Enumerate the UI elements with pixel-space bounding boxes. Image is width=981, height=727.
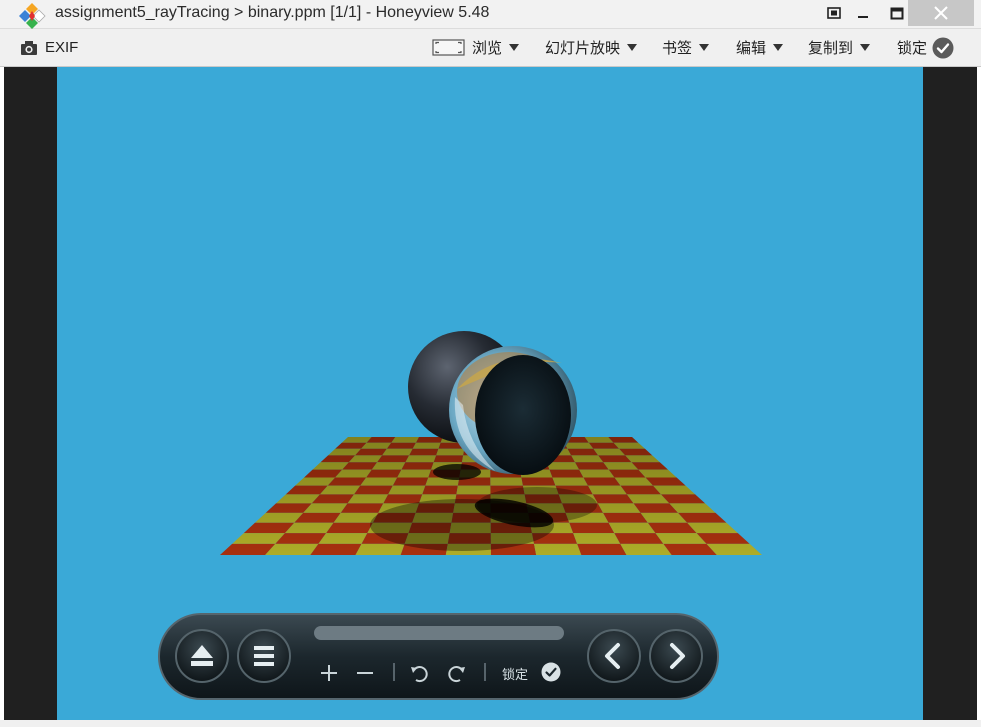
- chevron-down-icon: [509, 44, 520, 51]
- osd-control-bar: 锁定: [157, 612, 720, 701]
- previous-button[interactable]: [588, 630, 640, 682]
- lock-toggle[interactable]: 锁定: [897, 29, 954, 66]
- menu-button[interactable]: [238, 630, 290, 682]
- rotate-right-button[interactable]: [445, 661, 469, 685]
- zoom-out-button[interactable]: [353, 661, 377, 685]
- camera-icon: [21, 40, 37, 55]
- close-button[interactable]: [908, 0, 974, 26]
- lock-check-icon: [541, 662, 561, 682]
- toolbar: EXIF 浏览 幻灯片放映 书签 编辑 复制到 锁定: [0, 29, 981, 67]
- exif-button[interactable]: EXIF: [20, 29, 78, 66]
- chevron-down-icon: [860, 44, 871, 51]
- zoom-out-icon: [357, 672, 373, 674]
- copy-to-menu[interactable]: 复制到: [808, 29, 871, 66]
- chevron-down-icon: [773, 44, 784, 51]
- next-button[interactable]: [650, 630, 702, 682]
- bookmarks-label: 书签: [662, 40, 693, 57]
- eject-button[interactable]: [176, 630, 228, 682]
- rotate-left-icon: [411, 666, 428, 683]
- browse-menu[interactable]: 浏览: [432, 29, 520, 66]
- minimize-icon: [858, 16, 868, 18]
- chevron-down-icon: [699, 44, 710, 51]
- zoom-in-button[interactable]: [317, 661, 341, 685]
- image-viewer[interactable]: 锁定: [4, 67, 977, 720]
- window-bottom-edge: [0, 720, 981, 727]
- previous-icon: [605, 643, 620, 669]
- bookmarks-menu[interactable]: 书签: [662, 29, 710, 66]
- zoom-in-icon: [321, 665, 337, 681]
- slideshow-label: 幻灯片放映: [545, 40, 621, 57]
- title-bar: assignment5_rayTracing > binary.ppm [1/1…: [0, 0, 981, 29]
- edit-label: 编辑: [736, 40, 767, 57]
- minimize-button[interactable]: [846, 0, 880, 26]
- osd-lock-toggle[interactable]: 锁定: [502, 662, 572, 684]
- next-icon: [670, 643, 685, 669]
- lock-label: 锁定: [897, 40, 928, 57]
- osd-lock-label: 锁定: [502, 667, 529, 682]
- lock-check-icon: [932, 37, 954, 58]
- eject-icon: [191, 645, 213, 666]
- honeyview-logo-icon: [19, 3, 46, 29]
- window-title: assignment5_rayTracing > binary.ppm [1/1…: [55, 4, 490, 21]
- copy-to-label: 复制到: [808, 40, 854, 57]
- rotate-right-icon: [448, 666, 465, 683]
- exif-label: EXIF: [45, 39, 79, 56]
- browse-icon: [432, 39, 465, 56]
- maximize-icon: [890, 7, 904, 19]
- slideshow-menu[interactable]: 幻灯片放映: [545, 29, 638, 66]
- chevron-down-icon: [627, 44, 638, 51]
- progress-slider[interactable]: [314, 626, 564, 640]
- close-icon: [934, 6, 948, 20]
- rotate-left-button[interactable]: [407, 661, 431, 685]
- fullscreen-icon: [827, 7, 841, 19]
- menu-icon: [254, 646, 274, 666]
- edit-menu[interactable]: 编辑: [736, 29, 784, 66]
- browse-label: 浏览: [472, 40, 503, 57]
